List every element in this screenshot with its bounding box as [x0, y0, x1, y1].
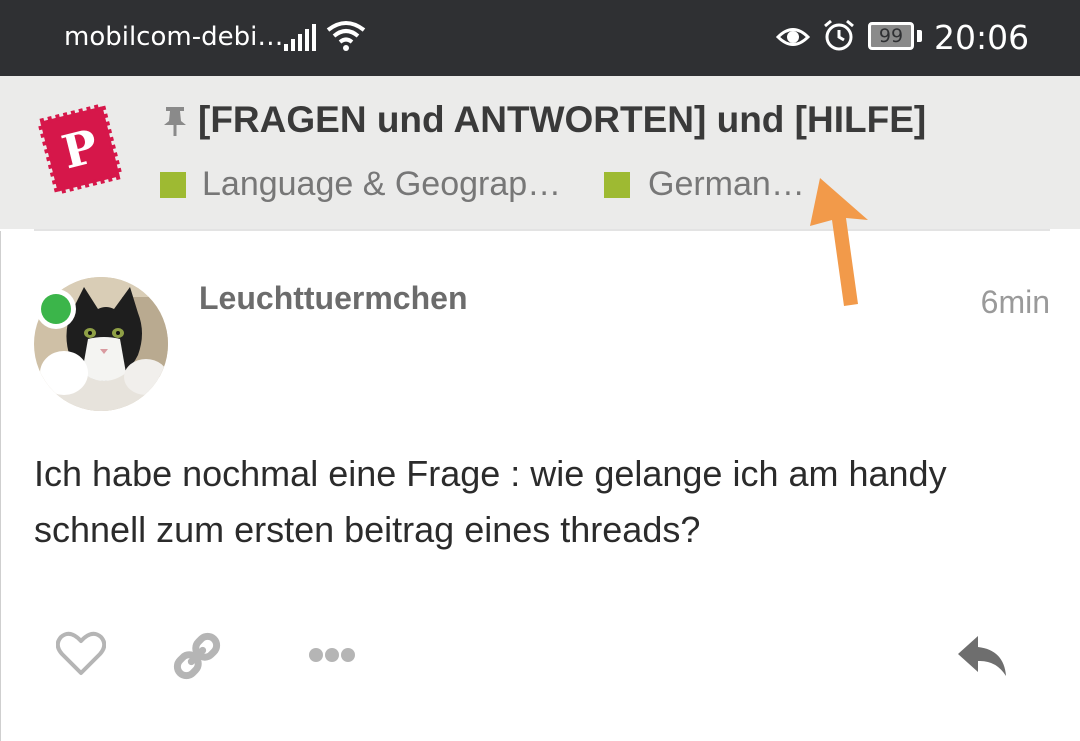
battery-icon: 99: [868, 22, 914, 50]
reply-icon[interactable]: [956, 634, 1010, 678]
signal-icon: [284, 24, 316, 51]
online-status-icon: [36, 289, 76, 329]
category-badge: [160, 172, 186, 198]
status-bar: mobilcom-debi… 99 20:06: [0, 0, 1080, 76]
like-icon[interactable]: [56, 631, 106, 677]
annotation-arrow-icon: [810, 178, 868, 306]
more-icon[interactable]: [308, 646, 356, 664]
topic-title[interactable]: [FRAGEN und ANTWORTEN] und [HILFE]: [198, 99, 926, 141]
site-logo-icon[interactable]: P: [38, 103, 122, 195]
post-body: Ich habe nochmal eine Frage : wie gelang…: [34, 453, 947, 550]
page-edge: [0, 231, 1, 741]
post-username[interactable]: Leuchttuermchen: [199, 280, 467, 317]
wifi-icon: [326, 21, 366, 51]
battery-tip: [917, 30, 922, 42]
battery-level: 99: [878, 25, 904, 47]
subcategory-badge: [604, 172, 630, 198]
category-link-language[interactable]: Language & Geograp…: [202, 165, 561, 204]
carrier-name: mobilcom-debi…: [64, 22, 284, 52]
pin-icon: [164, 107, 186, 136]
category-link-german[interactable]: German…: [648, 165, 805, 204]
clock: 20:06: [934, 18, 1030, 57]
alarm-icon: [824, 19, 854, 51]
eye-icon: [776, 28, 810, 46]
link-icon[interactable]: [170, 629, 224, 683]
header-divider: [34, 229, 1050, 231]
post-age[interactable]: 6min: [981, 284, 1050, 321]
